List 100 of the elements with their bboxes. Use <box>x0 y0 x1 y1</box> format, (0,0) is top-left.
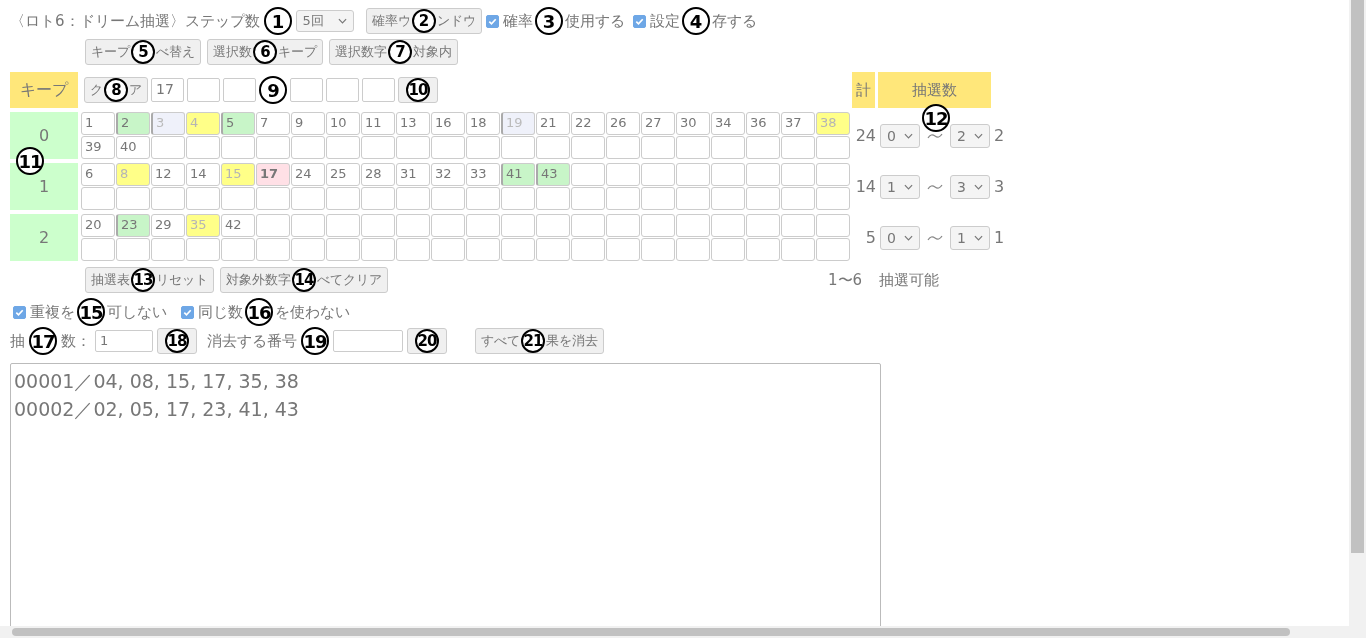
keep-action-button[interactable]: 10 <box>398 77 438 103</box>
checkbox[interactable] <box>13 305 26 319</box>
number-cell[interactable]: 7 <box>256 112 290 135</box>
number-cell[interactable]: 28 <box>361 163 395 186</box>
number-cell <box>781 214 815 237</box>
toolbar-button[interactable]: 選択数 6 キープ <box>207 39 323 65</box>
number-cell <box>81 187 115 210</box>
delete-number-field[interactable] <box>333 330 403 352</box>
number-cell[interactable]: 34 <box>711 112 745 135</box>
toolbar-button[interactable]: 選択数字 7 対象内 <box>329 39 458 65</box>
number-cell <box>501 214 535 237</box>
number-cell <box>186 136 220 159</box>
callout-number: 13 <box>131 268 155 292</box>
number-cell <box>816 163 850 186</box>
callout-number: 19 <box>301 327 329 355</box>
toolbar-button[interactable]: キープ 5 べ替え <box>85 39 201 65</box>
status-text: 抽選可能 <box>879 270 940 290</box>
number-cell <box>361 238 395 261</box>
number-cell <box>676 136 710 159</box>
min-select[interactable]: 0 <box>880 123 920 148</box>
number-cell <box>431 187 465 210</box>
number-cell[interactable]: 39 <box>81 136 115 159</box>
number-cell <box>361 214 395 237</box>
checkbox[interactable] <box>632 14 646 28</box>
keep-number-field[interactable] <box>362 78 395 102</box>
number-cell <box>816 187 850 210</box>
callout-number: 14 <box>292 268 316 292</box>
number-cell <box>676 163 710 186</box>
number-cell[interactable]: 17 <box>256 163 290 186</box>
number-cell[interactable]: 43 <box>536 163 570 186</box>
number-cell[interactable]: 40 <box>116 136 150 159</box>
caret-icon <box>974 234 983 241</box>
keep-number-field[interactable] <box>223 78 256 102</box>
checkbox[interactable] <box>181 305 194 319</box>
draw-count-field[interactable]: 1 <box>95 330 153 352</box>
group-label: 2 <box>10 214 78 261</box>
number-cell[interactable]: 29 <box>151 214 185 237</box>
number-cell <box>536 238 570 261</box>
checkbox[interactable] <box>485 14 499 28</box>
number-cell[interactable]: 24 <box>291 163 325 186</box>
number-cell[interactable]: 36 <box>746 112 780 135</box>
number-cell[interactable]: 5 <box>221 112 255 135</box>
action-button[interactable]: 抽選表 13 リセット <box>85 267 214 293</box>
number-cell <box>81 238 115 261</box>
keep-number-field[interactable] <box>290 78 323 102</box>
number-cell <box>326 187 360 210</box>
number-cell <box>676 238 710 261</box>
caret-icon <box>904 132 913 139</box>
number-cell <box>256 187 290 210</box>
action-button[interactable]: 対象外数字 14 べてクリア <box>220 267 388 293</box>
number-cell[interactable]: 2 <box>116 112 150 135</box>
min-select[interactable]: 0 <box>880 225 920 250</box>
number-cell[interactable]: 12 <box>151 163 185 186</box>
number-cell[interactable]: 33 <box>466 163 500 186</box>
number-cell[interactable]: 18 <box>466 112 500 135</box>
number-cell[interactable]: 16 <box>431 112 465 135</box>
callout-number: 7 <box>388 40 412 64</box>
number-cell[interactable]: 41 <box>501 163 535 186</box>
probability-window-button[interactable]: 確率ウ 2 ンドウ <box>365 8 482 34</box>
number-cell <box>221 238 255 261</box>
number-cell[interactable]: 22 <box>571 112 605 135</box>
keep-number-field[interactable] <box>326 78 359 102</box>
number-cell[interactable]: 6 <box>81 163 115 186</box>
number-cell[interactable]: 31 <box>396 163 430 186</box>
number-cell[interactable]: 26 <box>606 112 640 135</box>
number-cell[interactable]: 37 <box>781 112 815 135</box>
callout-number: 6 <box>253 40 277 64</box>
number-cell[interactable]: 13 <box>396 112 430 135</box>
number-cell <box>396 136 430 159</box>
number-cell[interactable]: 25 <box>326 163 360 186</box>
draw-button[interactable]: 18 <box>157 328 197 354</box>
max-select[interactable]: 2 <box>950 123 990 148</box>
number-cell[interactable]: 30 <box>676 112 710 135</box>
caret-icon <box>974 132 983 139</box>
number-cell <box>606 136 640 159</box>
number-cell[interactable]: 9 <box>291 112 325 135</box>
keep-number-field[interactable] <box>187 78 220 102</box>
clear-all-results-button[interactable]: すべて 21 果を消去 <box>475 328 604 354</box>
number-cell[interactable]: 11 <box>361 112 395 135</box>
number-cell[interactable]: 10 <box>326 112 360 135</box>
max-select[interactable]: 1 <box>950 225 990 250</box>
number-cell[interactable]: 21 <box>536 112 570 135</box>
group-max-note: 2 <box>994 126 1005 145</box>
number-cell[interactable]: 32 <box>431 163 465 186</box>
horizontal-scrollbar[interactable] <box>0 626 1349 638</box>
number-cell[interactable]: 14 <box>186 163 220 186</box>
delete-button[interactable]: 20 <box>407 328 447 354</box>
vertical-scrollbar[interactable] <box>1349 0 1366 638</box>
min-select[interactable]: 1 <box>880 174 920 199</box>
number-cell[interactable]: 20 <box>81 214 115 237</box>
keep-number-field[interactable]: 17 <box>151 78 184 102</box>
number-cell[interactable]: 1 <box>81 112 115 135</box>
number-cell[interactable]: 27 <box>641 112 675 135</box>
clear-button[interactable]: ク 8 ア <box>84 77 148 103</box>
number-cell[interactable]: 23 <box>116 214 150 237</box>
number-cell <box>746 214 780 237</box>
max-select[interactable]: 3 <box>950 174 990 199</box>
number-cell[interactable]: 42 <box>221 214 255 237</box>
step-select[interactable]: 5回 <box>295 10 354 32</box>
number-cell <box>431 214 465 237</box>
